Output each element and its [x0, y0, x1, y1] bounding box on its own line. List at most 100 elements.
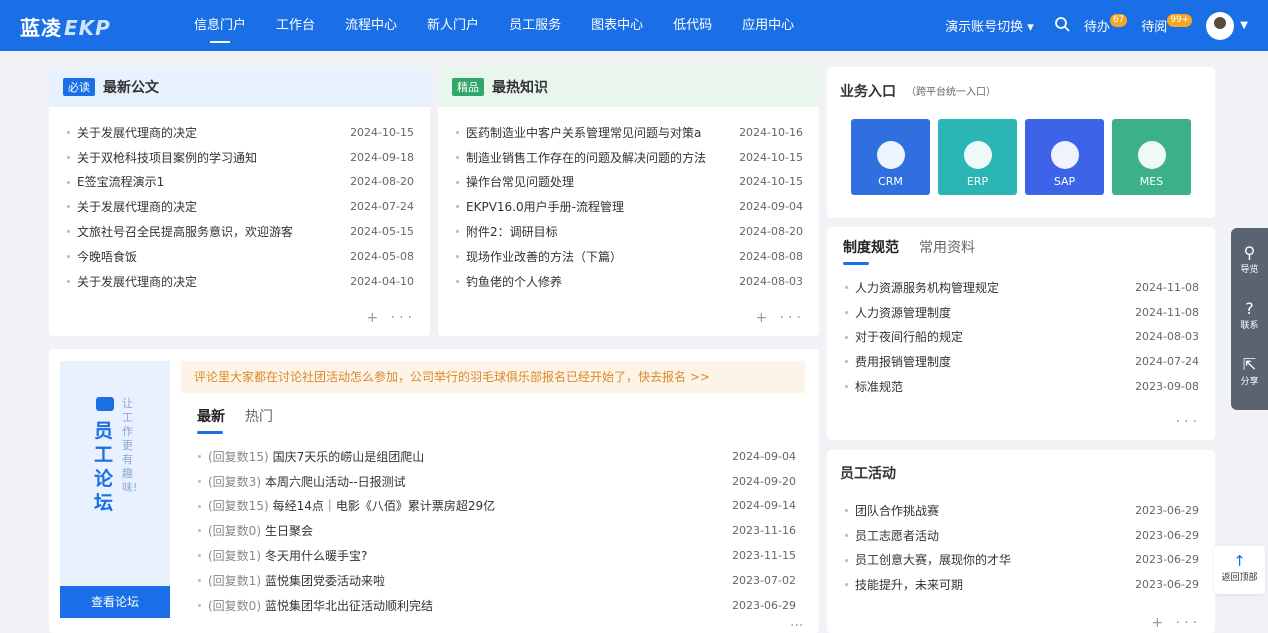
item-title[interactable]: 文旅社号召全民提高服务意识，欢迎游客	[77, 223, 293, 240]
nav-item-6[interactable]: 低代码	[673, 0, 712, 51]
item-title[interactable]: 操作台常见问题处理	[466, 173, 574, 190]
list-item[interactable]: 医药制造业中客户关系管理常见问题与对策a 2024-10-16	[454, 120, 803, 145]
nav-item-2[interactable]: 流程中心	[345, 0, 397, 51]
post-title[interactable]: (回复数1) 蓝悦集团党委活动来啦	[208, 572, 385, 589]
item-title[interactable]: 钓鱼佬的个人修养	[466, 273, 562, 290]
business-entry-crm[interactable]: CRM	[851, 119, 930, 195]
post-text[interactable]: 国庆7天乐的崂山是组团爬山	[273, 450, 425, 464]
list-item[interactable]: 技能提升，未来可期 2023-06-29	[843, 572, 1199, 597]
list-item[interactable]: 关于发展代理商的决定 2024-10-15	[65, 120, 414, 145]
item-title[interactable]: 关于发展代理商的决定	[77, 198, 197, 215]
forum-post[interactable]: (回复数3) 本周六爬山活动--日报测试 2024-09-20	[196, 469, 796, 494]
post-text[interactable]: 冬天用什么暖手宝?	[265, 549, 367, 563]
policy-more-actions[interactable]: ···	[1176, 414, 1201, 430]
tab-latest[interactable]: 最新	[197, 406, 225, 434]
list-item[interactable]: 关于发展代理商的决定 2024-07-24	[65, 194, 414, 219]
tab-common-docs[interactable]: 常用资料	[919, 237, 975, 265]
item-title[interactable]: 人力资源管理制度	[855, 304, 951, 321]
view-forum-button[interactable]: 查看论坛	[60, 586, 170, 618]
forum-post[interactable]: (回复数15) 每经14点｜电影《八佰》累计票房超29亿 2024-09-14	[196, 494, 796, 519]
business-entry-sap[interactable]: SAP	[1025, 119, 1104, 195]
forum-post[interactable]: (回复数0) 生日聚会 2023-11-16	[196, 518, 796, 543]
list-item[interactable]: 标准规范 2023-09-08	[843, 374, 1199, 399]
post-title[interactable]: (回复数15) 国庆7天乐的崂山是组团爬山	[208, 448, 424, 465]
notice-more-actions[interactable]: + ···	[366, 310, 416, 326]
list-item[interactable]: 现场作业改善的方法（下篇） 2024-08-08	[454, 244, 803, 269]
forum-post[interactable]: (回复数1) 蓝悦集团党委活动来啦 2023-07-02	[196, 568, 796, 593]
search-icon[interactable]	[1054, 16, 1070, 36]
list-item[interactable]: 员工创意大赛，展现你的才华 2023-06-29	[843, 548, 1199, 573]
item-title[interactable]: 关于发展代理商的决定	[77, 124, 197, 141]
forum-post[interactable]: (回复数15) 国庆7天乐的崂山是组团爬山 2024-09-04	[196, 444, 796, 469]
list-item[interactable]: 团队合作挑战赛 2023-06-29	[843, 498, 1199, 523]
list-item[interactable]: 人力资源管理制度 2024-11-08	[843, 300, 1199, 325]
list-item[interactable]: 附件2：调研目标 2024-08-20	[454, 219, 803, 244]
tab-hot[interactable]: 热门	[245, 406, 273, 434]
item-title[interactable]: 人力资源服务机构管理规定	[855, 279, 999, 296]
nav-item-4[interactable]: 员工服务	[509, 0, 561, 51]
item-title[interactable]: 附件2：调研目标	[466, 223, 558, 240]
item-title[interactable]: 员工志愿者活动	[855, 527, 939, 544]
list-item[interactable]: 费用报销管理制度 2024-07-24	[843, 349, 1199, 374]
post-text[interactable]: 生日聚会	[265, 524, 313, 538]
knowledge-more-actions[interactable]: + ···	[755, 310, 805, 326]
item-title[interactable]: 关于发展代理商的决定	[77, 273, 197, 290]
post-title[interactable]: (回复数15) 每经14点｜电影《八佰》累计票房超29亿	[208, 497, 495, 514]
list-item[interactable]: 对于夜间行船的规定 2024-08-03	[843, 325, 1199, 350]
list-item[interactable]: E签宝流程演示1 2024-08-20	[65, 170, 414, 195]
item-title[interactable]: 现场作业改善的方法（下篇）	[466, 248, 622, 265]
list-item[interactable]: 关于发展代理商的决定 2024-04-10	[65, 269, 414, 294]
item-title[interactable]: 医药制造业中客户关系管理常见问题与对策a	[466, 124, 701, 141]
list-item[interactable]: 关于双枪科技项目案例的学习通知 2024-09-18	[65, 145, 414, 170]
list-item[interactable]: 人力资源服务机构管理规定 2024-11-08	[843, 275, 1199, 300]
post-text[interactable]: 蓝悦集团党委活动来啦	[265, 574, 385, 588]
account-switch-button[interactable]: 演示账号切换 ▾	[945, 16, 1034, 35]
post-title[interactable]: (回复数0) 蓝悦集团华北出征活动顺利完结	[208, 597, 433, 614]
todo-button[interactable]: 待办 67	[1084, 14, 1128, 35]
item-title[interactable]: 对于夜间行船的规定	[855, 328, 963, 345]
toread-button[interactable]: 待阅 99+	[1141, 14, 1193, 35]
business-entry-erp[interactable]: ERP	[938, 119, 1017, 195]
nav-item-0[interactable]: 信息门户	[194, 0, 246, 51]
item-title[interactable]: EKPV16.0用户手册-流程管理	[466, 198, 624, 215]
list-item[interactable]: 文旅社号召全民提高服务意识，欢迎游客 2024-05-15	[65, 219, 414, 244]
item-title[interactable]: 技能提升，未来可期	[855, 576, 963, 593]
item-title[interactable]: 今晚唔食饭	[77, 248, 137, 265]
item-title[interactable]: E签宝流程演示1	[77, 173, 164, 190]
post-text[interactable]: 本周六爬山活动--日报测试	[265, 475, 406, 489]
contact-button[interactable]: ? 联系	[1231, 284, 1268, 340]
post-text[interactable]: 每经14点｜电影《八佰》累计票房超29亿	[273, 499, 496, 513]
business-entry-mes[interactable]: MES	[1112, 119, 1191, 195]
post-text[interactable]: 蓝悦集团华北出征活动顺利完结	[265, 599, 433, 613]
app-logo[interactable]: 蓝凌 EKP	[20, 12, 111, 41]
tab-policy[interactable]: 制度规范	[843, 237, 899, 265]
share-button[interactable]: ⇱ 分享	[1231, 340, 1268, 396]
item-title[interactable]: 制造业销售工作存在的问题及解决问题的方法	[466, 149, 706, 166]
list-item[interactable]: EKPV16.0用户手册-流程管理 2024-09-04	[454, 194, 803, 219]
list-item[interactable]: 操作台常见问题处理 2024-10-15	[454, 170, 803, 195]
post-title[interactable]: (回复数3) 本周六爬山活动--日报测试	[208, 473, 406, 490]
nav-item-7[interactable]: 应用中心	[742, 0, 794, 51]
item-title[interactable]: 员工创意大赛，展现你的才华	[855, 551, 1011, 568]
item-title[interactable]: 团队合作挑战赛	[855, 502, 939, 519]
forum-announcement[interactable]: 评论里大家都在讨论社团活动怎么参加，公司举行的羽毛球俱乐部报名已经开始了，快去报…	[181, 361, 805, 393]
list-item[interactable]: 员工志愿者活动 2023-06-29	[843, 523, 1199, 548]
nav-item-5[interactable]: 图表中心	[591, 0, 643, 51]
list-item[interactable]: 制造业销售工作存在的问题及解决问题的方法 2024-10-15	[454, 145, 803, 170]
item-title[interactable]: 费用报销管理制度	[855, 353, 951, 370]
nav-item-1[interactable]: 工作台	[276, 0, 315, 51]
avatar[interactable]	[1206, 11, 1235, 40]
chevron-down-icon[interactable]: ▼	[1240, 20, 1248, 31]
activity-more-actions[interactable]: + ···	[1151, 615, 1201, 631]
item-title[interactable]: 关于双枪科技项目案例的学习通知	[77, 149, 257, 166]
nav-item-3[interactable]: 新人门户	[427, 0, 479, 51]
list-item[interactable]: 今晚唔食饭 2024-05-08	[65, 244, 414, 269]
forum-post[interactable]: (回复数1) 冬天用什么暖手宝? 2023-11-15	[196, 543, 796, 568]
item-title[interactable]: 标准规范	[855, 378, 903, 395]
guide-button[interactable]: ⚲ 导览	[1231, 228, 1268, 284]
back-to-top-button[interactable]: ↑ 返回顶部	[1214, 546, 1265, 594]
forum-post[interactable]: (回复数0) 蓝悦集团华北出征活动顺利完结 2023-06-29	[196, 593, 796, 618]
forum-more-actions[interactable]: ···	[790, 618, 803, 633]
post-title[interactable]: (回复数0) 生日聚会	[208, 522, 313, 539]
post-title[interactable]: (回复数1) 冬天用什么暖手宝?	[208, 547, 367, 564]
